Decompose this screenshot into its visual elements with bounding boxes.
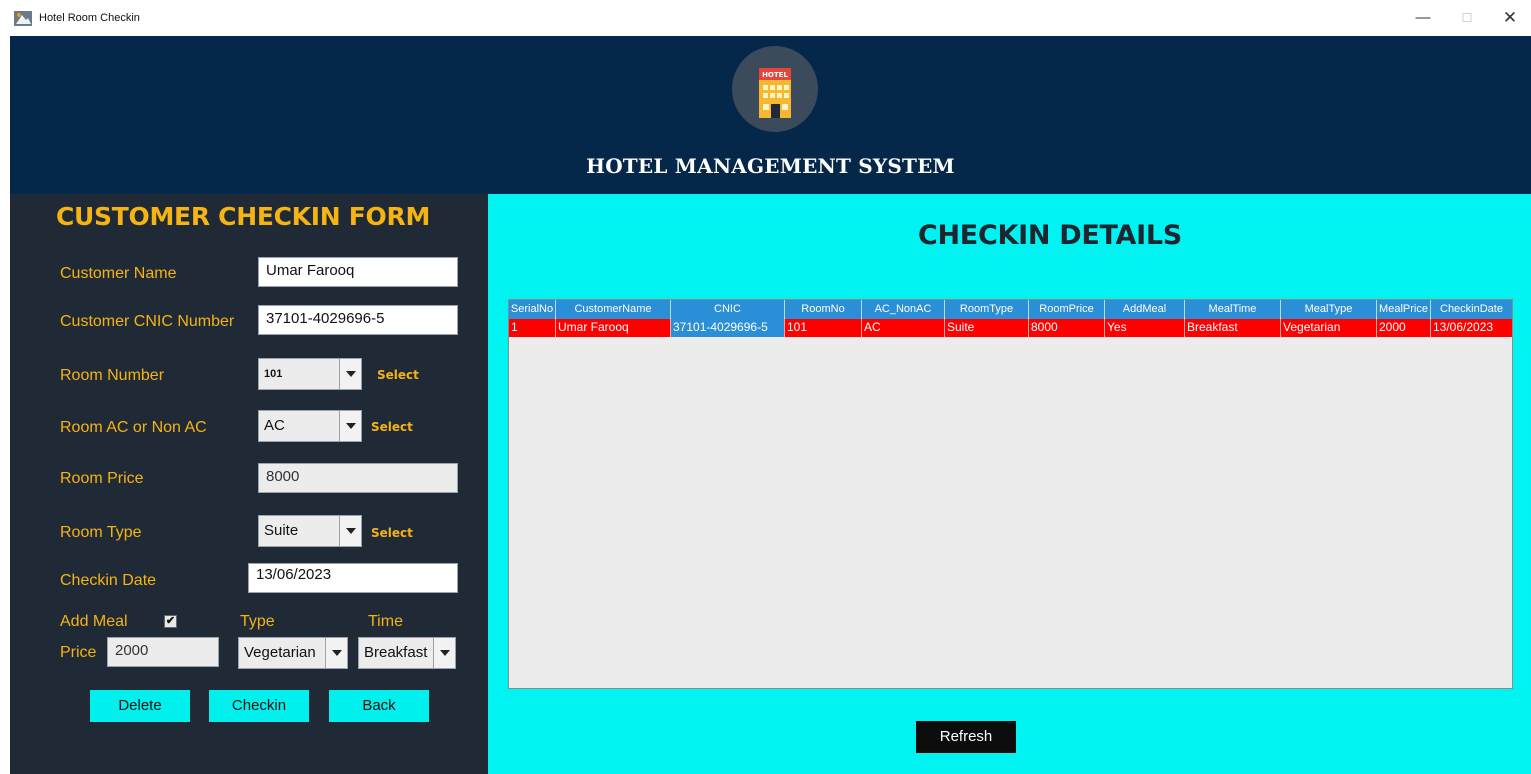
table-cell[interactable]: Vegetarian (1281, 319, 1377, 337)
column-header[interactable]: SerialNo (509, 300, 556, 319)
column-header[interactable]: MealPrice (1377, 300, 1431, 319)
java-app-icon (14, 11, 32, 26)
meal-time-select[interactable]: Breakfast (358, 637, 456, 669)
room-type-select[interactable]: Suite (258, 515, 362, 547)
checkin-date-label: Checkin Date (60, 572, 157, 589)
hotel-building-icon: HOTEL (759, 68, 791, 118)
meal-time-label: Time (368, 613, 403, 630)
column-header[interactable]: RoomPrice (1029, 300, 1105, 319)
column-header[interactable]: CustomerName (556, 300, 671, 319)
refresh-button[interactable]: Refresh (916, 721, 1016, 753)
room-ac-select[interactable]: AC (258, 410, 362, 442)
meal-price-label: Price (60, 644, 97, 661)
room-ac-select-link[interactable]: Select (371, 420, 413, 434)
checkin-details-panel: CHECKIN DETAILS SerialNo CustomerName CN… (488, 194, 1531, 774)
room-number-label: Room Number (60, 367, 165, 384)
close-icon[interactable]: ✕ (1495, 8, 1525, 28)
room-number-select[interactable]: 101 (258, 358, 362, 390)
logo-text: HOTEL (762, 71, 788, 79)
table-cell[interactable]: 37101-4029696-5 (671, 319, 785, 337)
customer-name-label: Customer Name (60, 265, 177, 282)
cnic-input[interactable]: 37101-4029696-5 (258, 305, 458, 335)
room-price-field: 8000 (258, 463, 458, 493)
room-number-select-link[interactable]: Select (377, 368, 419, 382)
column-header[interactable]: MealType (1281, 300, 1377, 319)
table-cell[interactable]: 13/06/2023 (1431, 319, 1512, 337)
checkin-button[interactable]: Checkin (209, 690, 309, 722)
table-cell[interactable]: Suite (945, 319, 1029, 337)
add-meal-label: Add Meal (60, 613, 128, 630)
column-header[interactable]: RoomType (945, 300, 1029, 319)
table-cell[interactable]: 2000 (1377, 319, 1431, 337)
meal-type-label: Type (240, 613, 275, 630)
room-type-label: Room Type (60, 524, 142, 541)
chevron-down-icon[interactable] (325, 638, 347, 668)
form-title: CUSTOMER CHECKIN FORM (56, 202, 431, 231)
back-button[interactable]: Back (329, 690, 429, 722)
window-titlebar: Hotel Room Checkin — ☐ ✕ (0, 0, 1531, 36)
chevron-down-icon[interactable] (339, 516, 361, 546)
meal-type-value: Vegetarian (244, 644, 316, 661)
room-ac-label: Room AC or Non AC (60, 419, 207, 436)
column-header[interactable]: CheckinDate (1431, 300, 1512, 319)
column-header[interactable]: AddMeal (1105, 300, 1185, 319)
room-price-label: Room Price (60, 470, 144, 487)
table-cell[interactable]: 8000 (1029, 319, 1105, 337)
room-type-select-link[interactable]: Select (371, 526, 413, 540)
chevron-down-icon[interactable] (339, 359, 361, 389)
room-ac-value: AC (264, 417, 285, 434)
cnic-label: Customer CNIC Number (60, 313, 235, 330)
table-cell[interactable]: Yes (1105, 319, 1185, 337)
delete-button[interactable]: Delete (90, 690, 190, 722)
room-number-value: 101 (264, 368, 283, 380)
meal-time-value: Breakfast (364, 644, 428, 661)
meal-price-field: 2000 (107, 637, 219, 667)
minimize-icon[interactable]: — (1408, 8, 1438, 28)
table-cell[interactable]: AC (862, 319, 945, 337)
table-header: SerialNo CustomerName CNIC RoomNo AC_Non… (509, 300, 1512, 319)
table-row[interactable]: 1 Umar Farooq 37101-4029696-5 101 AC Sui… (509, 319, 1512, 337)
system-title: HOTEL MANAGEMENT SYSTEM (586, 154, 955, 178)
table-cell[interactable]: 1 (509, 319, 556, 337)
table-cell[interactable]: Breakfast (1185, 319, 1281, 337)
column-header[interactable]: CNIC (671, 300, 785, 319)
chevron-down-icon[interactable] (433, 638, 455, 668)
app-header: HOTEL HOTEL MANAGEMENT SYSTEM (10, 36, 1531, 194)
meal-type-select[interactable]: Vegetarian (238, 637, 348, 669)
add-meal-checkbox[interactable]: ✔ (164, 615, 177, 628)
details-title: CHECKIN DETAILS (918, 220, 1182, 251)
room-type-value: Suite (264, 522, 299, 539)
column-header[interactable]: RoomNo (785, 300, 862, 319)
checkin-table[interactable]: SerialNo CustomerName CNIC RoomNo AC_Non… (508, 299, 1513, 689)
checkin-form-panel: CUSTOMER CHECKIN FORM Customer Name Umar… (10, 194, 488, 774)
window-title: Hotel Room Checkin (39, 12, 140, 24)
customer-name-input[interactable]: Umar Farooq (258, 257, 458, 287)
table-cell[interactable]: 101 (785, 319, 862, 337)
chevron-down-icon[interactable] (339, 411, 361, 441)
table-cell[interactable]: Umar Farooq (556, 319, 671, 337)
maximize-icon[interactable]: ☐ (1452, 8, 1482, 28)
column-header[interactable]: AC_NonAC (862, 300, 945, 319)
column-header[interactable]: MealTime (1185, 300, 1281, 319)
hotel-logo: HOTEL (732, 46, 818, 132)
checkin-date-input[interactable]: 13/06/2023 (248, 563, 458, 593)
